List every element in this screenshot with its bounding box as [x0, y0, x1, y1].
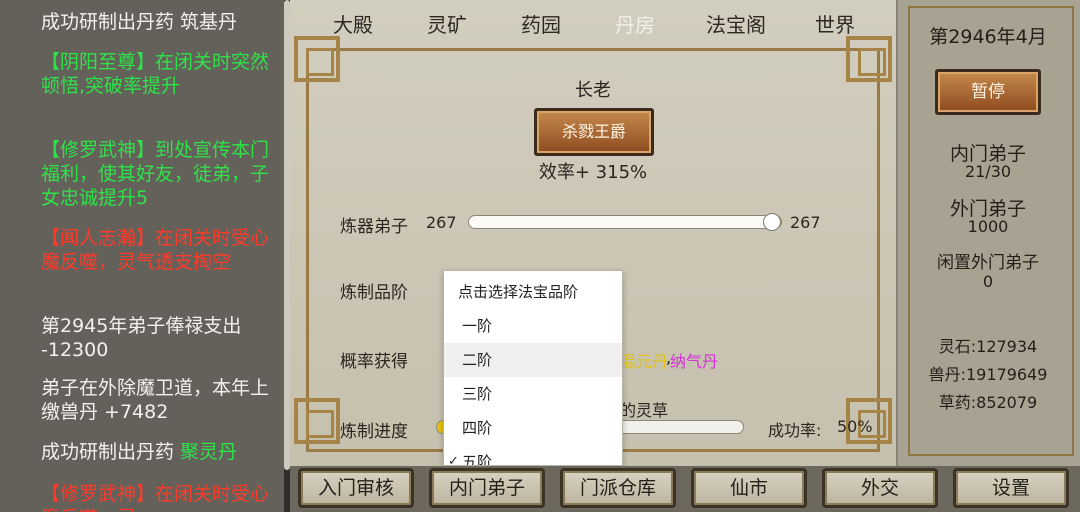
log-entry-text: 弟子在外除魔卫道，本年上缴兽丹 +7482: [41, 377, 270, 423]
dropdown-option-2[interactable]: 二阶: [444, 343, 622, 377]
tab-alchemy[interactable]: 丹房: [600, 6, 670, 44]
dropdown-option-3[interactable]: 三阶: [444, 377, 622, 411]
inner-disciples-count: 21/30: [964, 162, 1012, 181]
dropdown-option-4[interactable]: 四阶: [444, 411, 622, 445]
success-rate-value: 50%: [837, 417, 873, 436]
tab-garden[interactable]: 药园: [512, 6, 570, 44]
log-entry-text: 成功研制出丹药 筑基丹: [41, 11, 238, 33]
check-icon: ✓: [448, 454, 459, 466]
grade-label: 炼制品阶: [340, 283, 408, 303]
top-tab-bar: 大殿 灵矿 药园 丹房 法宝阁 世界: [316, 6, 896, 44]
inner-disciples-button[interactable]: 内门弟子: [429, 468, 545, 508]
log-entry-text: 第2945年弟子俸禄支出 -12300: [41, 315, 242, 361]
log-entry: 【阴阳至尊】在闭关时突然顿悟,突破率提升: [0, 50, 284, 98]
disciples-label: 炼器弟子: [340, 217, 408, 237]
log-entry-text: 【修罗武神】在闭关时受心魔反噬，灵: [41, 483, 270, 512]
log-entry-text: 【阴阳至尊】在闭关时突然顿悟,突破率提升: [41, 51, 270, 97]
log-entry: 成功研制出丹药 筑基丹: [0, 10, 284, 34]
dropdown-option-1[interactable]: 一阶: [444, 309, 622, 343]
success-rate-label: 成功率:: [768, 421, 822, 440]
event-log-panel[interactable]: 成功研制出丹药 筑基丹【阴阳至尊】在闭关时突然顿悟,突破率提升【修罗武神】到处宣…: [0, 0, 284, 512]
log-entry: 【闻人志瀚】在闭关时受心魔反噬，灵气透支掏空: [0, 226, 284, 274]
tab-hall[interactable]: 大殿: [324, 6, 382, 44]
elder-select-button[interactable]: 杀戮王爵: [534, 108, 654, 156]
outer-disciples-count: 1000: [967, 217, 1009, 236]
beast-pill-count: 兽丹:19179649: [928, 365, 1048, 384]
log-entry: 成功研制出丹药 聚灵丹: [0, 440, 284, 464]
log-entry: 弟子在外除魔卫道，本年上缴兽丹 +7482: [0, 376, 284, 424]
dropdown-option-5[interactable]: ✓ 五阶: [444, 445, 622, 466]
disciples-slider-handle[interactable]: [763, 213, 781, 231]
herb-count: 草药:852079: [938, 393, 1038, 412]
dropdown-header: 点击选择法宝品阶: [458, 283, 579, 301]
idle-disciples-count: 0: [982, 272, 994, 291]
efficiency-text: 效率+ 315%: [538, 162, 648, 183]
pause-button[interactable]: 暂停: [935, 69, 1041, 115]
tab-mine[interactable]: 灵矿: [418, 6, 476, 44]
immortal-market-button[interactable]: 仙市: [691, 468, 807, 508]
log-entry-text: 【闻人志瀚】在闭关时受心魔反噬，灵气透支掏空: [41, 227, 270, 273]
admission-review-button[interactable]: 入门审核: [298, 468, 414, 508]
probability-label: 概率获得: [340, 352, 408, 372]
disciples-value: 267: [426, 213, 457, 232]
prob-item-naqi: 纳气丹: [670, 352, 719, 371]
game-date: 第2946年4月: [929, 26, 1047, 48]
log-entry: 【修罗武神】在闭关时受心魔反噬，灵: [0, 482, 284, 512]
settings-button[interactable]: 设置: [953, 468, 1069, 508]
diplomacy-button[interactable]: 外交: [822, 468, 938, 508]
spirit-stone-count: 灵石:127934: [938, 337, 1038, 356]
prob-item-hunyuan: 混元丹: [620, 352, 669, 371]
progress-label: 炼制进度: [340, 422, 408, 442]
corner-knot-bottom-left: [294, 398, 340, 444]
tab-world[interactable]: 世界: [806, 6, 864, 44]
dropdown-option-5-label: 五阶: [462, 453, 493, 466]
herb-requirement-text: 的灵草: [620, 401, 669, 420]
log-entry-text: 成功研制出丹药: [41, 441, 181, 463]
log-entry-highlight: 聚灵丹: [180, 441, 238, 463]
disciples-slider[interactable]: [468, 213, 782, 231]
idle-disciples-title: 闲置外门弟子: [937, 253, 1039, 273]
tab-treasure[interactable]: 法宝阁: [696, 6, 776, 44]
log-entry: 第2945年弟子俸禄支出 -12300: [0, 314, 284, 362]
elder-label: 长老: [575, 80, 611, 101]
sect-warehouse-button[interactable]: 门派仓库: [560, 468, 676, 508]
log-entry-text: 【修罗武神】到处宣传本门福利，使其好友，徒弟，子女忠诚提升5: [41, 139, 270, 209]
disciples-max: 267: [790, 213, 821, 232]
grade-dropdown[interactable]: 点击选择法宝品阶 一阶 二阶 三阶 四阶 ✓ 五阶: [443, 270, 623, 466]
log-entry: 【修罗武神】到处宣传本门福利，使其好友，徒弟，子女忠诚提升5: [0, 138, 284, 210]
